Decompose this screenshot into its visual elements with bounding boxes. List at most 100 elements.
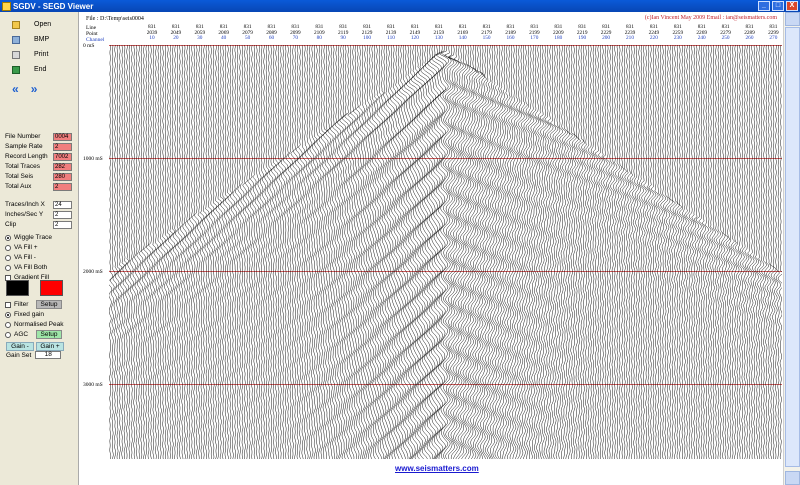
wiggle-trace	[646, 45, 651, 459]
wiggle-trace	[756, 45, 762, 459]
close-button[interactable]: X	[786, 1, 798, 11]
agc-label: AGC	[14, 331, 29, 338]
end-button[interactable]: End	[2, 63, 74, 76]
wiggle-trace	[425, 45, 435, 459]
channel-value: 180	[554, 35, 563, 42]
wiggle-trace	[392, 45, 400, 459]
fixed-gain-label: Fixed gain	[14, 311, 44, 318]
trace-header-column: 831 2129 100	[356, 24, 378, 42]
agc-setup-button[interactable]: Setup	[36, 330, 62, 339]
va-fill-plus-label: VA Fill +	[14, 244, 38, 251]
gain-minus-button[interactable]: Gain -	[6, 342, 34, 351]
channel-value: 150	[482, 35, 491, 42]
next-file-button[interactable]: »	[31, 82, 38, 96]
trace-header-column: 831 2189 160	[500, 24, 522, 42]
channel-value: 50	[244, 35, 251, 42]
wiggle-trace	[547, 45, 554, 459]
filter-setup-button[interactable]: Setup	[36, 300, 62, 309]
wiggle-trace	[590, 45, 596, 459]
trace-header-column: 831 2199 170	[523, 24, 545, 42]
wiggle-trace	[674, 45, 681, 459]
trace-header-column: 831 2249 220	[643, 24, 665, 42]
wiggle-trace	[172, 45, 178, 459]
fill-color-swatch[interactable]	[40, 280, 63, 296]
open-button[interactable]: Open	[2, 18, 74, 31]
va-fill-both-radio[interactable]: VA Fill Both	[5, 263, 47, 272]
print-button-label: Print	[34, 51, 49, 58]
window-controls: _ □ X	[758, 1, 798, 11]
wiggle-trace	[199, 45, 205, 459]
clip-label: Clip	[5, 221, 17, 228]
radio-indicator	[5, 244, 11, 251]
wiggle-trace	[292, 45, 298, 459]
channel-value: 110	[387, 35, 395, 42]
wiggle-color-swatch[interactable]	[6, 280, 29, 296]
gain-set-input[interactable]: 18	[35, 351, 62, 359]
wiggle-trace	[464, 45, 474, 459]
print-button[interactable]: Print	[2, 48, 74, 61]
clip-input[interactable]: 2	[53, 220, 72, 229]
wiggle-trace	[498, 45, 506, 459]
agc-radio[interactable]: AGC	[5, 330, 28, 339]
va-fill-minus-label: VA Fill -	[14, 254, 36, 261]
channel-value: 120	[410, 35, 419, 42]
minimize-button[interactable]: _	[758, 1, 770, 11]
bmp-button-label: BMP	[34, 36, 50, 43]
wiggle-trace	[266, 45, 272, 459]
total-traces-row: Total Traces 282	[5, 162, 75, 171]
maximize-button[interactable]: □	[772, 1, 784, 11]
gain-set-row: Gain Set 18	[6, 351, 62, 359]
file-navigation: « »	[12, 82, 37, 96]
va-fill-minus-radio[interactable]: VA Fill -	[5, 253, 36, 262]
wiggle-trace-radio[interactable]: Wiggle Trace	[5, 233, 52, 242]
wiggle-trace	[423, 45, 433, 459]
end-button-label: End	[34, 66, 47, 73]
va-fill-plus-radio[interactable]: VA Fill +	[5, 243, 38, 252]
website-link[interactable]: www.seismatters.com	[395, 464, 479, 473]
inches-per-sec-label: Inches/Sec Y	[5, 211, 44, 218]
wiggle-trace	[636, 45, 642, 459]
traces-per-inch-input[interactable]: 24	[53, 200, 72, 209]
radio-indicator	[5, 264, 11, 271]
channel-value: 270	[769, 35, 778, 42]
channel-value: 20	[173, 35, 179, 42]
inches-per-sec-input[interactable]: 2	[53, 210, 72, 219]
wiggle-trace	[716, 45, 722, 459]
wiggle-trace	[160, 45, 166, 459]
wiggle-trace	[155, 45, 161, 459]
trace-header-column: 831 2289 260	[739, 24, 761, 42]
trace-header-column: 831 2069 40	[213, 24, 235, 42]
printer-icon	[12, 50, 20, 59]
fixed-gain-radio[interactable]: Fixed gain	[5, 310, 44, 319]
wiggle-trace	[718, 45, 724, 459]
wiggle-trace	[184, 45, 190, 459]
filter-checkbox[interactable]: Filter	[5, 300, 28, 309]
scroll-up-arrow[interactable]	[785, 12, 800, 26]
vertical-scrollbar[interactable]	[783, 12, 800, 485]
bmp-button[interactable]: BMP	[2, 33, 74, 46]
wiggle-trace	[254, 45, 259, 459]
trace-header-column: 831 2239 210	[619, 24, 641, 42]
channel-value: 240	[697, 35, 706, 42]
open-button-label: Open	[34, 21, 52, 28]
wiggle-trace	[593, 45, 598, 459]
gain-plus-button[interactable]: Gain +	[36, 342, 64, 351]
total-seis-label: Total Seis	[5, 173, 34, 180]
wiggle-trace	[257, 45, 262, 459]
wiggle-trace	[117, 45, 123, 459]
wiggle-trace	[478, 45, 487, 459]
wiggle-trace	[653, 45, 659, 459]
wiggle-trace	[227, 45, 233, 459]
scroll-thumb[interactable]	[785, 27, 800, 467]
file-path-label: File : D:\Temp\seis0004	[86, 16, 144, 22]
title-bar: SGDV - SEGD Viewer _ □ X	[0, 0, 800, 12]
wiggle-trace	[162, 45, 169, 459]
scroll-down-arrow[interactable]	[785, 471, 800, 485]
trace-header-column: 831 2159 130	[428, 24, 450, 42]
wiggle-trace	[124, 45, 130, 459]
wiggle-trace	[701, 45, 706, 459]
previous-file-button[interactable]: «	[12, 82, 19, 96]
wiggle-trace	[631, 45, 637, 459]
normalised-peak-radio[interactable]: Normalised Peak	[5, 320, 64, 329]
wiggle-trace	[232, 45, 238, 459]
